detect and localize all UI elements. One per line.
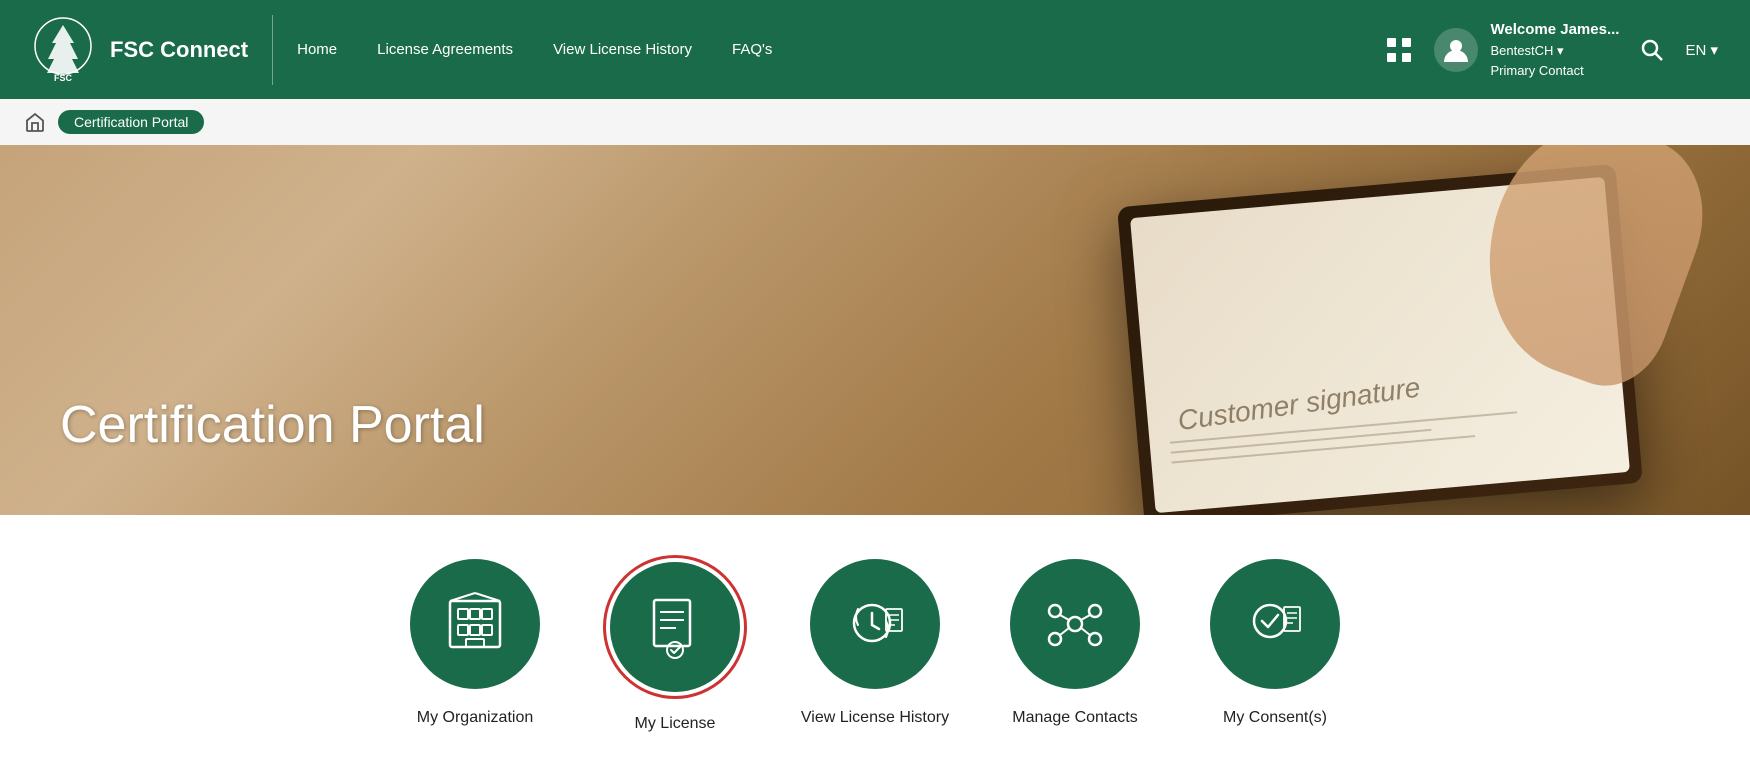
hero-section: Customer signature Certification Portal [0, 145, 1750, 515]
portal-item-my-consents[interactable]: My Consent(s) [1195, 555, 1355, 727]
portal-label-my-license: My License [635, 715, 716, 733]
breadcrumb-home[interactable] [20, 107, 50, 137]
user-role: Primary Contact [1490, 61, 1619, 81]
manage-contacts-icon-wrapper [1006, 555, 1144, 693]
portal-item-view-license-history[interactable]: View License History [795, 555, 955, 727]
header-right: Welcome James... BentestCH ▾ Primary Con… [1384, 19, 1718, 81]
user-area: Welcome James... BentestCH ▾ Primary Con… [1434, 19, 1619, 81]
my-consents-icon-wrapper [1206, 555, 1344, 693]
view-license-history-icon-circle [810, 559, 940, 689]
nav-faqs[interactable]: FAQ's [732, 41, 772, 58]
search-icon[interactable] [1639, 37, 1665, 63]
manage-contacts-icon-circle [1010, 559, 1140, 689]
fsc-logo[interactable]: FSC [32, 15, 94, 85]
my-consents-icon-circle [1210, 559, 1340, 689]
view-license-history-icon-wrapper [806, 555, 944, 693]
brand-name: FSC Connect [110, 37, 248, 63]
portal-label-manage-contacts: Manage Contacts [1012, 709, 1137, 727]
portal-label-my-consents: My Consent(s) [1223, 709, 1327, 727]
breadcrumb-current[interactable]: Certification Portal [58, 110, 204, 134]
user-avatar[interactable] [1434, 28, 1478, 72]
portal-label-my-org: My Organization [417, 709, 534, 727]
logo-area: FSC FSC Connect [32, 15, 273, 85]
user-org[interactable]: BentestCH ▾ [1490, 41, 1619, 61]
portal-item-my-org[interactable]: My Organization [395, 555, 555, 727]
svg-text:FSC: FSC [54, 73, 73, 83]
main-nav: Home License Agreements View License His… [297, 41, 1384, 58]
portal-label-view-license-history: View License History [801, 709, 949, 727]
nav-view-license-history[interactable]: View License History [553, 41, 692, 58]
my-license-icon-wrapper [603, 555, 747, 699]
grid-icon[interactable] [1384, 35, 1414, 65]
breadcrumb-bar: Certification Portal [0, 99, 1750, 145]
portal-item-manage-contacts[interactable]: Manage Contacts [995, 555, 1155, 727]
my-org-icon-circle [410, 559, 540, 689]
portal-item-my-license[interactable]: My License [595, 555, 755, 733]
my-license-icon-circle [610, 562, 740, 692]
my-org-icon-wrapper [406, 555, 544, 693]
nav-home[interactable]: Home [297, 41, 337, 58]
nav-license-agreements[interactable]: License Agreements [377, 41, 513, 58]
user-welcome: Welcome James... [1490, 19, 1619, 42]
main-header: FSC FSC Connect Home License Agreements … [0, 0, 1750, 99]
hero-title: Certification Portal [60, 395, 485, 455]
language-selector[interactable]: EN ▾ [1685, 41, 1718, 59]
user-info: Welcome James... BentestCH ▾ Primary Con… [1490, 19, 1619, 81]
hero-bg-shape: Customer signature [0, 145, 1750, 515]
portal-items: My Organization My License [0, 515, 1750, 783]
